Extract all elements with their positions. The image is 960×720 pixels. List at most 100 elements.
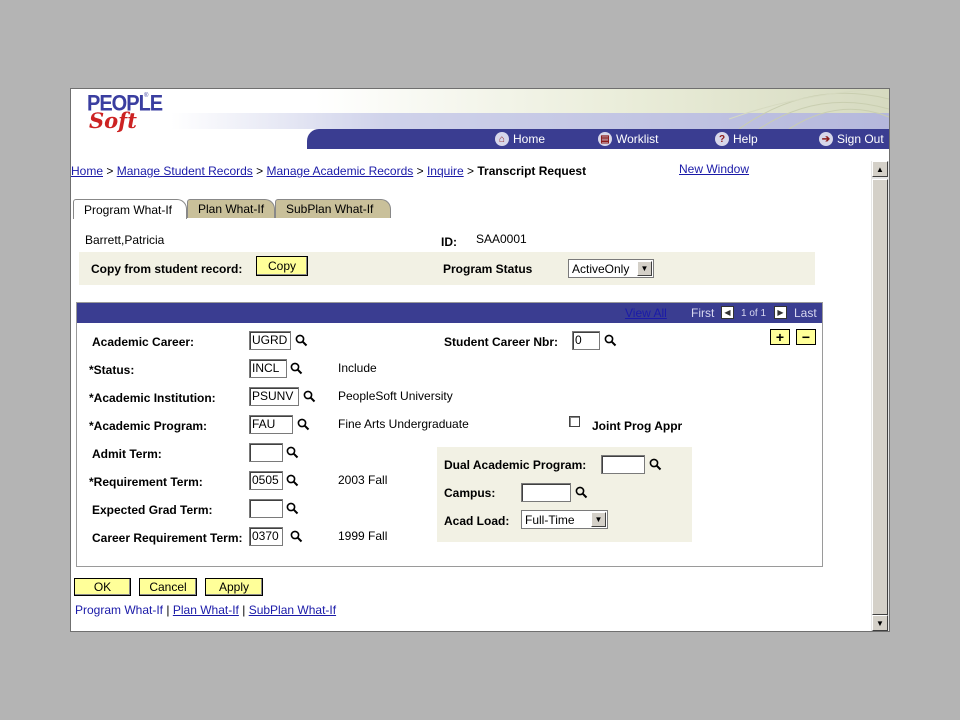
academic-institution-label: *Academic Institution: bbox=[89, 391, 216, 405]
row-count: 1 of 1 bbox=[741, 308, 767, 319]
student-career-nbr-label: Student Career Nbr: bbox=[444, 335, 559, 349]
campus-input[interactable] bbox=[521, 483, 571, 502]
nav-home[interactable]: ⌂ Home bbox=[495, 131, 545, 147]
acad-load-select[interactable]: Full-Time ▼ bbox=[521, 510, 608, 529]
tab-program-what-if[interactable]: Program What-If bbox=[73, 199, 187, 219]
scroll-down-arrow-icon[interactable]: ▼ bbox=[872, 615, 888, 631]
career-requirement-term-label: Career Requirement Term: bbox=[92, 531, 243, 545]
dual-academic-program-lookup-icon[interactable] bbox=[647, 456, 663, 472]
dual-academic-program-input[interactable] bbox=[601, 455, 645, 474]
breadcrumb-inquire[interactable]: Inquire bbox=[427, 164, 464, 178]
bottom-link-separator: | bbox=[242, 603, 246, 617]
requirement-term-input[interactable]: 0505 bbox=[249, 471, 283, 490]
home-icon: ⌂ bbox=[495, 132, 509, 146]
academic-institution-lookup-icon[interactable] bbox=[301, 388, 317, 404]
career-requirement-term-description: 1999 Fall bbox=[338, 529, 388, 543]
status-lookup-icon[interactable] bbox=[288, 360, 304, 376]
campus-label: Campus: bbox=[444, 486, 496, 500]
peoplesoft-logo[interactable]: PEOPLE Soft ® bbox=[87, 92, 163, 135]
dual-academic-program-label: Dual Academic Program: bbox=[444, 458, 587, 472]
chevron-down-icon[interactable]: ▼ bbox=[591, 512, 606, 527]
vertical-scrollbar[interactable]: ▲ ▼ bbox=[871, 161, 889, 631]
acad-load-value: Full-Time bbox=[525, 513, 575, 527]
delete-row-button[interactable]: − bbox=[796, 329, 816, 345]
expected-grad-term-input[interactable] bbox=[249, 499, 283, 518]
nav-help-label: Help bbox=[733, 132, 758, 146]
admit-term-input[interactable] bbox=[249, 443, 283, 462]
header: PEOPLE Soft ® ⌂ Home ▤ Worklist ? Help ➔… bbox=[71, 89, 889, 149]
student-career-nbr-input[interactable]: 0 bbox=[572, 331, 600, 350]
breadcrumb-separator: > bbox=[416, 164, 424, 178]
scroll-thumb[interactable] bbox=[872, 179, 888, 615]
joint-prog-appr-checkbox[interactable] bbox=[569, 416, 580, 427]
new-window-link[interactable]: New Window bbox=[679, 162, 749, 176]
nav-worklist[interactable]: ▤ Worklist bbox=[598, 131, 658, 147]
scroll-up-arrow-icon[interactable]: ▲ bbox=[872, 161, 888, 177]
first-label: First bbox=[691, 306, 715, 320]
nav-home-label: Home bbox=[513, 132, 546, 146]
breadcrumb-manage-student-records[interactable]: Manage Student Records bbox=[117, 164, 253, 178]
academic-program-label: *Academic Program: bbox=[89, 419, 208, 433]
breadcrumb-separator: > bbox=[256, 164, 264, 178]
grid-header: View All First ◀ 1 of 1 ▶ Last bbox=[77, 303, 822, 323]
apply-button[interactable]: Apply bbox=[205, 578, 263, 596]
id-label: ID: bbox=[441, 235, 457, 249]
program-status-select[interactable]: ActiveOnly ▼ bbox=[568, 259, 654, 278]
cancel-button[interactable]: Cancel bbox=[139, 578, 197, 596]
nav-help[interactable]: ? Help bbox=[715, 131, 758, 147]
status-input[interactable]: INCL bbox=[249, 359, 287, 378]
expected-grad-term-label: Expected Grad Term: bbox=[92, 503, 213, 517]
next-arrow-icon[interactable]: ▶ bbox=[774, 306, 787, 319]
page-title: Transcript Request bbox=[477, 164, 587, 178]
copy-button[interactable]: Copy bbox=[256, 256, 308, 276]
nav-worklist-label: Worklist bbox=[616, 132, 659, 146]
joint-prog-appr-label: Joint Prog Appr bbox=[592, 419, 683, 433]
status-description: Include bbox=[338, 361, 377, 375]
program-grid: View All First ◀ 1 of 1 ▶ Last + − Acade… bbox=[76, 302, 823, 567]
worklist-icon: ▤ bbox=[598, 132, 612, 146]
signout-icon: ➔ bbox=[819, 132, 833, 146]
bottom-link-program-what-if[interactable]: Program What-If bbox=[75, 603, 163, 617]
academic-program-description: Fine Arts Undergraduate bbox=[338, 417, 469, 431]
view-all-link[interactable]: View All bbox=[625, 306, 667, 320]
requirement-term-lookup-icon[interactable] bbox=[284, 472, 300, 488]
breadcrumb-separator: > bbox=[467, 164, 475, 178]
status-label: *Status: bbox=[89, 363, 135, 377]
academic-program-input[interactable]: FAU bbox=[249, 415, 293, 434]
academic-program-lookup-icon[interactable] bbox=[295, 416, 311, 432]
student-career-nbr-lookup-icon[interactable] bbox=[602, 332, 618, 348]
logo-text-soft: Soft bbox=[89, 108, 137, 133]
requirement-term-description: 2003 Fall bbox=[338, 473, 388, 487]
academic-career-input[interactable]: UGRD bbox=[249, 331, 291, 350]
help-icon: ? bbox=[715, 132, 729, 146]
career-requirement-term-input[interactable]: 0370 bbox=[249, 527, 283, 546]
page-content: Home > Manage Student Records > Manage A… bbox=[71, 151, 871, 631]
tab-subplan-what-if[interactable]: SubPlan What-If bbox=[275, 199, 391, 218]
program-status-label: Program Status bbox=[443, 262, 533, 276]
breadcrumb-home[interactable]: Home bbox=[71, 164, 103, 178]
admit-term-lookup-icon[interactable] bbox=[284, 444, 300, 460]
chevron-down-icon[interactable]: ▼ bbox=[637, 261, 652, 276]
academic-institution-input[interactable]: PSUNV bbox=[249, 387, 299, 406]
academic-career-label: Academic Career: bbox=[92, 335, 195, 349]
breadcrumb-manage-academic-records[interactable]: Manage Academic Records bbox=[267, 164, 414, 178]
bottom-tab-links: Program What-If | Plan What-If | SubPlan… bbox=[75, 603, 336, 617]
acad-load-label: Acad Load: bbox=[444, 514, 510, 528]
logo-trademark: ® bbox=[144, 93, 149, 99]
bottom-link-plan-what-if[interactable]: Plan What-If bbox=[173, 603, 239, 617]
campus-lookup-icon[interactable] bbox=[573, 484, 589, 500]
requirement-term-label: *Requirement Term: bbox=[89, 475, 203, 489]
nav-sign-out-label: Sign Out bbox=[837, 132, 884, 146]
career-requirement-term-lookup-icon[interactable] bbox=[288, 528, 304, 544]
nav-sign-out[interactable]: ➔ Sign Out bbox=[819, 131, 884, 147]
id-value: SAA0001 bbox=[476, 232, 527, 246]
academic-career-lookup-icon[interactable] bbox=[293, 332, 309, 348]
admit-term-label: Admit Term: bbox=[92, 447, 162, 461]
previous-arrow-icon[interactable]: ◀ bbox=[721, 306, 734, 319]
last-label: Last bbox=[794, 306, 817, 320]
expected-grad-term-lookup-icon[interactable] bbox=[284, 500, 300, 516]
add-row-button[interactable]: + bbox=[770, 329, 790, 345]
tab-plan-what-if[interactable]: Plan What-If bbox=[187, 199, 275, 218]
ok-button[interactable]: OK bbox=[74, 578, 131, 596]
bottom-link-subplan-what-if[interactable]: SubPlan What-If bbox=[249, 603, 336, 617]
